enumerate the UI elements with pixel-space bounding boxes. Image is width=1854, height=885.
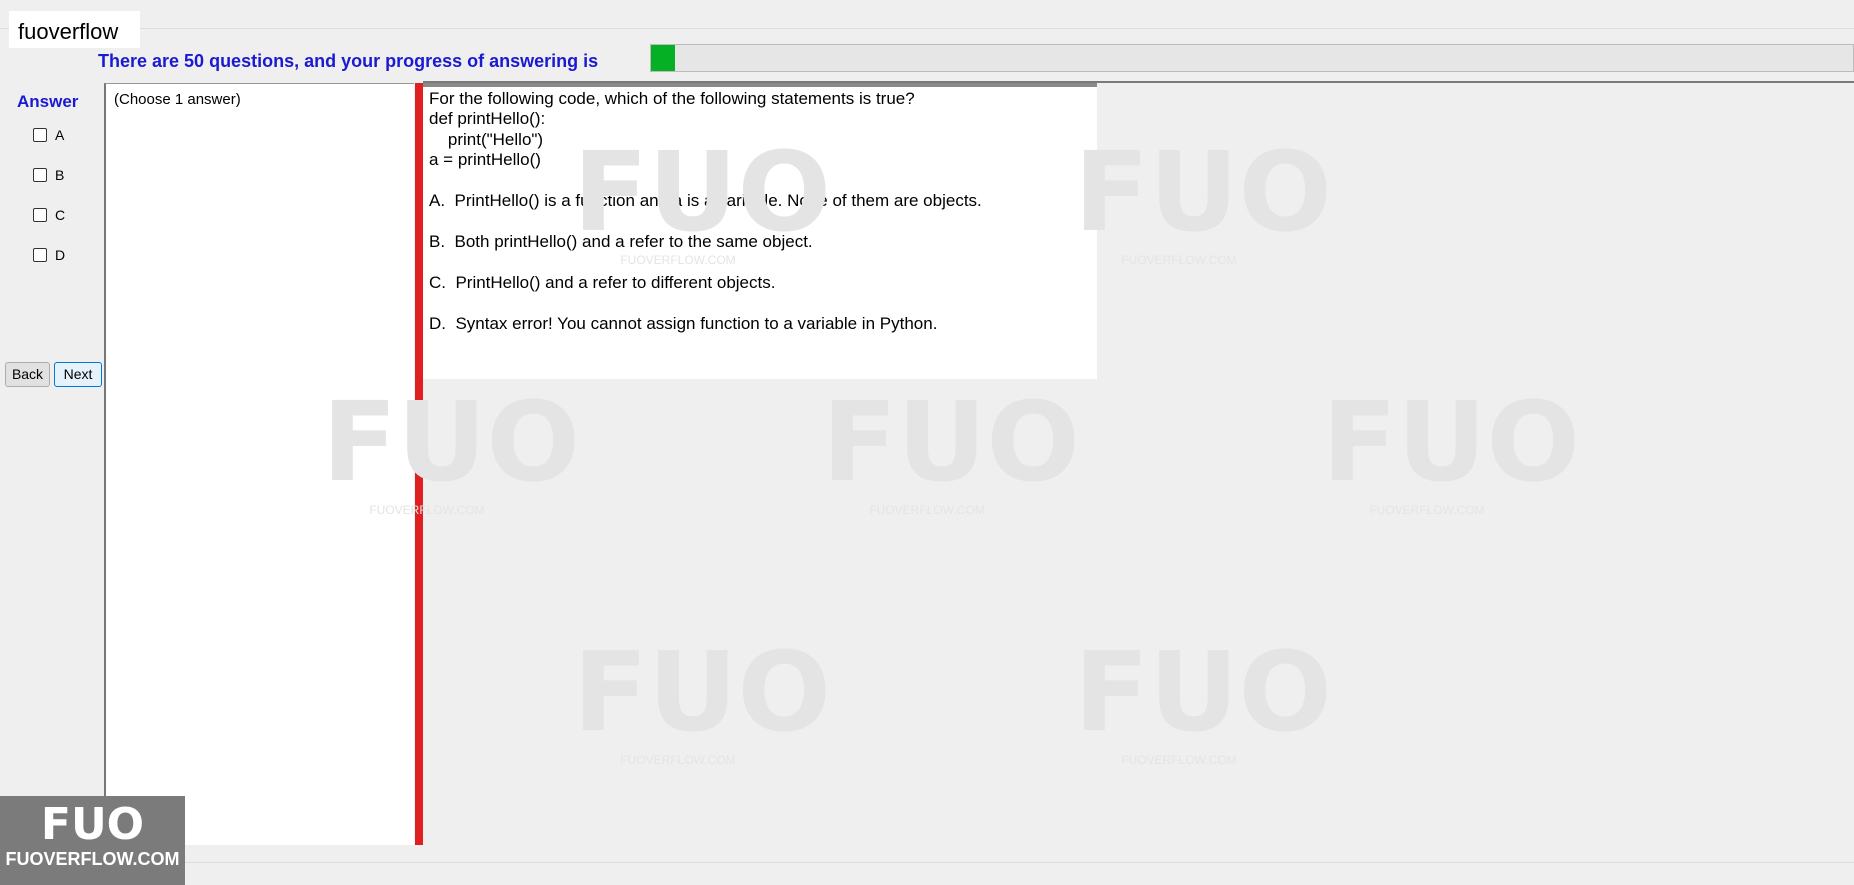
splitter-bar[interactable] <box>415 83 423 845</box>
choose-hint: (Choose 1 answer) <box>114 91 241 108</box>
option-d-label: D <box>55 247 66 263</box>
logo-mark: FUO <box>40 799 145 850</box>
option-d-checkbox[interactable]: D <box>33 247 65 263</box>
checkbox-box[interactable] <box>33 128 47 142</box>
option-b-checkbox[interactable]: B <box>33 167 64 183</box>
logo-text: FUOVERFLOW.COM <box>5 849 180 869</box>
option-c-checkbox[interactable]: C <box>33 207 65 223</box>
choice-d-text: D. Syntax error! You cannot assign funct… <box>429 314 938 333</box>
progress-text: There are 50 questions, and your progres… <box>98 51 599 71</box>
answer-title: Answer <box>17 92 79 111</box>
answer-text-panel: (Choose 1 answer) <box>104 83 414 845</box>
watermark: FUO FUOVERFLOW.COM <box>1322 378 1580 517</box>
progress-bar-fill <box>651 45 676 71</box>
watermark: FUO FUOVERFLOW.COM <box>1074 628 1332 767</box>
fuoverflow-logo: FUO FUOVERFLOW.COM <box>0 796 185 885</box>
watermark: FUO FUOVERFLOW.COM <box>573 628 831 767</box>
quiz-app-window: fuoverflow There are 50 questions, and y… <box>0 0 1854 885</box>
code-line: a = printHello() <box>429 150 541 169</box>
question-prompt: For the following code, which of the fol… <box>429 89 915 108</box>
progress-bar <box>650 44 1854 72</box>
code-line: print("Hello") <box>429 130 544 149</box>
question-panel: For the following code, which of the fol… <box>423 83 1097 379</box>
choice-b-text: B. Both printHello() and a refer to the … <box>429 232 813 251</box>
option-a-label: A <box>55 127 65 143</box>
back-button[interactable]: Back <box>5 362 50 387</box>
choice-a-text: A. PrintHello() is a function and a is a… <box>429 191 982 210</box>
code-line: def printHello(): <box>429 109 546 128</box>
checkbox-box[interactable] <box>33 208 47 222</box>
option-b-label: B <box>55 167 65 183</box>
choice-c-text: C. PrintHello() and a refer to different… <box>429 273 776 292</box>
title-separator <box>0 28 1854 29</box>
watermark: FUO FUOVERFLOW.COM <box>1074 128 1332 267</box>
option-c-label: C <box>55 207 66 223</box>
checkbox-box[interactable] <box>33 248 47 262</box>
option-a-checkbox[interactable]: A <box>33 127 64 143</box>
watermark: FUO FUOVERFLOW.COM <box>822 378 1080 517</box>
status-separator <box>0 862 1854 863</box>
next-button[interactable]: Next <box>54 362 102 387</box>
checkbox-box[interactable] <box>33 168 47 182</box>
brand-label: fuoverflow <box>9 11 140 48</box>
